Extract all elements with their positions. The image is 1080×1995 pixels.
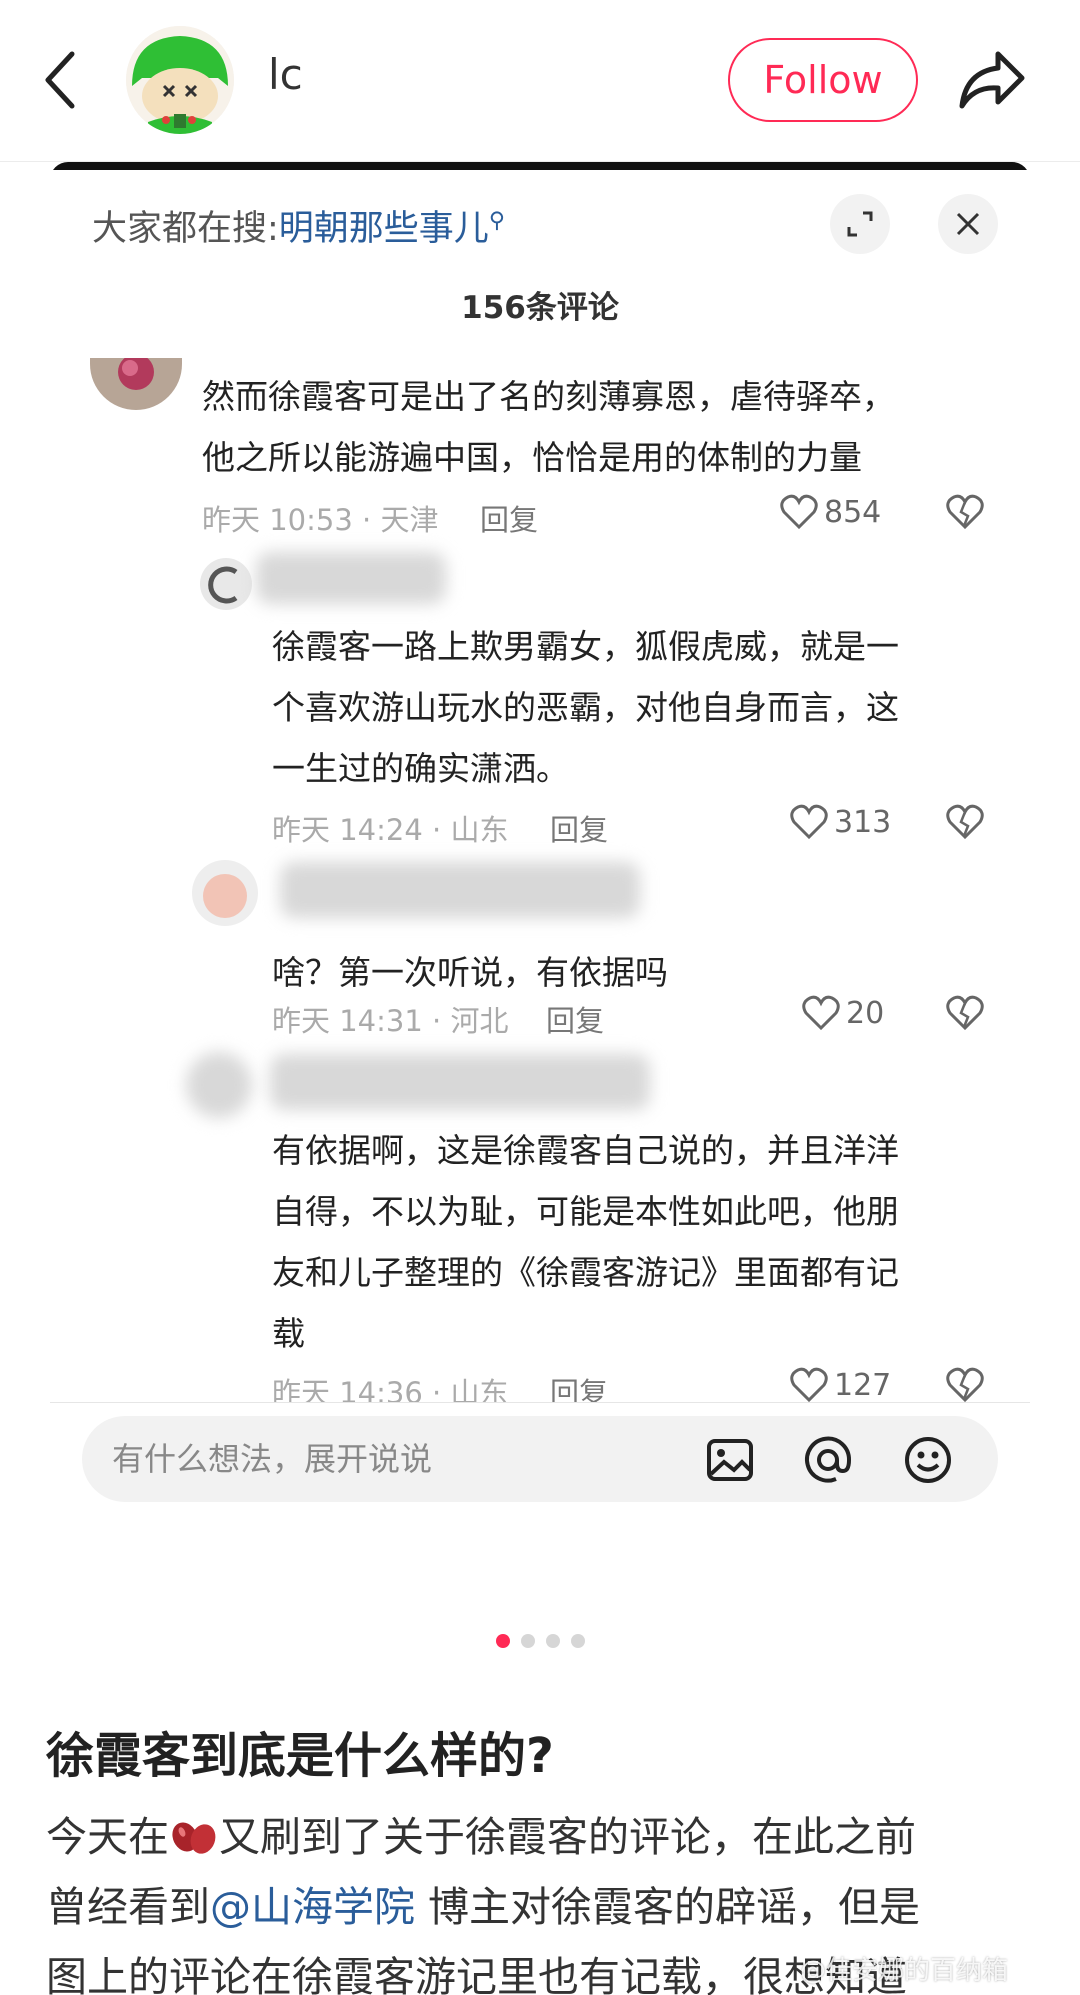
pager-dot[interactable] [496,1634,510,1648]
comment-meta: 昨天 10:53 · 天津 [202,503,439,537]
search-hint-keyword[interactable]: 明朝那些事儿 [279,209,489,249]
comment-count: 156条评论 [461,290,619,326]
pager-dot[interactable] [521,1634,535,1648]
post-image[interactable]: 大家都在搜:明朝那些事儿⚲ 156条评论 然而徐霞客可是出了名的刻薄寡恩，虐待驿… [50,162,1030,1510]
emoji-icon[interactable] [902,1434,954,1486]
comment-input-bar [82,1416,998,1502]
commenter-avatar[interactable] [200,558,252,610]
mention-icon[interactable] [802,1434,854,1486]
like-count: 20 [846,995,885,1031]
blurred-username [280,862,640,918]
reply-button[interactable]: 回复 [480,497,538,539]
heart-icon [790,804,828,840]
like-button[interactable]: 127 [790,1367,891,1403]
like-count: 127 [834,1367,892,1403]
note-text: 曾经看到 [46,1883,210,1931]
comment-line: 友和儿子整理的《徐霞客游记》里面都有记 [272,1253,899,1292]
comment-line: 自得，不以为耻，可能是本性如此吧，他朋 [272,1192,899,1231]
note-line: 曾经看到@山海学院 博主对徐霞客的辟谣，但是 [46,1872,1046,1942]
comment-line: 徐霞客一路上欺男霸女，狐假虎威，就是一 [272,627,899,666]
heart-icon [802,995,840,1031]
comment-line: 个喜欢游山玩水的恶霸，对他自身而言，这 [272,688,899,727]
note-text: 今天在 [46,1813,169,1861]
reply-button[interactable]: 回复 [546,998,604,1040]
follow-button[interactable]: Follow [728,38,918,122]
share-icon[interactable] [956,46,1028,112]
comment-text: 啥？第一次听说，有依据吗 [272,942,1030,1003]
comment-line: 他之所以能游遍中国，恰恰是用的体制的力量 [202,438,862,477]
author-avatar[interactable] [126,26,234,134]
note-line: 今天在 又刷到了关于徐霞客的评论，在此之前 [46,1802,1046,1872]
dislike-icon[interactable] [946,1367,984,1407]
top-bar: lc Follow [0,0,1080,162]
comment-input[interactable] [112,1416,672,1502]
image-pager[interactable] [496,1634,585,1648]
close-icon[interactable] [938,194,998,254]
search-icon: ⚲ [488,208,505,234]
like-button[interactable]: 20 [802,995,884,1031]
image-icon[interactable] [704,1434,756,1486]
note-title: 徐霞客到底是什么样的? [46,1728,554,1784]
pager-dot[interactable] [546,1634,560,1648]
image-top-edge [50,162,1030,170]
comment-line: 有依据啊，这是徐霞客自己说的，并且洋洋 [272,1131,899,1170]
pager-dot[interactable] [571,1634,585,1648]
heart-icon [780,494,818,530]
comment-line: 一生过的确实潇洒。 [272,749,569,788]
comment-text: 徐霞客一路上欺男霸女，狐假虎威，就是一 个喜欢游山玩水的恶霸，对他自身而言，这 … [272,616,1030,799]
mention-link[interactable]: @山海学院 [210,1883,415,1931]
back-arrow-icon[interactable] [38,48,86,112]
blurred-username [256,552,446,604]
watermark: @佳安娜的百纳箱 [800,1956,1009,1986]
search-hint[interactable]: 大家都在搜:明朝那些事儿⚲ [92,200,505,251]
comment-line: 载 [272,1314,305,1353]
like-button[interactable]: 854 [780,494,881,530]
dislike-icon[interactable] [946,995,984,1035]
commenter-avatar[interactable] [186,1052,252,1118]
dislike-icon[interactable] [946,804,984,844]
note-text: 博主对徐霞客的辟谣，但是 [415,1883,921,1931]
note-text: 又刷到了关于徐霞客的评论，在此之前 [219,1813,916,1861]
like-count: 854 [824,494,882,530]
comment-line: 然而徐霞客可是出了名的刻薄寡恩，虐待驿卒， [202,377,895,416]
blurred-username [270,1054,650,1110]
like-button[interactable]: 313 [790,804,891,840]
comment-meta: 昨天 14:31 · 河北 [272,1004,509,1038]
reply-button[interactable]: 回复 [550,807,608,849]
commenter-avatar[interactable] [90,358,182,410]
expand-icon[interactable] [830,194,890,254]
bean-emoji-icon [169,1813,219,1861]
comment-line: 啥？第一次听说，有依据吗 [272,953,668,992]
comment-text: 然而徐霞客可是出了名的刻薄寡恩，虐待驿卒， 他之所以能游遍中国，恰恰是用的体制的… [202,366,1002,488]
commenter-avatar[interactable] [192,860,258,926]
comment-meta: 昨天 14:24 · 山东 [272,813,509,847]
like-count: 313 [834,804,892,840]
author-name[interactable]: lc [268,50,303,99]
comment-text: 有依据啊，这是徐霞客自己说的，并且洋洋 自得，不以为耻，可能是本性如此吧，他朋 … [272,1120,1030,1364]
dislike-icon[interactable] [946,494,984,534]
heart-icon [790,1367,828,1403]
search-hint-prefix: 大家都在搜: [92,209,279,249]
